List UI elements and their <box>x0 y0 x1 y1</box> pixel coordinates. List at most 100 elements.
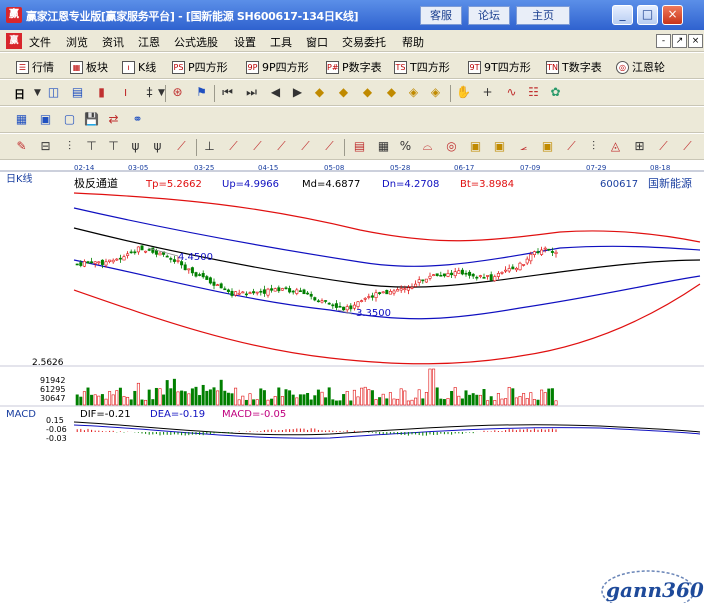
menu-gann[interactable]: 江恩 <box>138 34 160 50</box>
crosshair-icon[interactable]: + <box>480 85 495 100</box>
grid-icon[interactable]: ▦ <box>14 112 29 127</box>
circle-icon[interactable]: ◎ <box>444 139 459 154</box>
square2-icon[interactable]: ▣ <box>492 139 507 154</box>
menu-tools[interactable]: 工具 <box>270 34 292 50</box>
close-button[interactable]: × <box>662 5 683 25</box>
diamond-multi-icon[interactable]: ◈ <box>406 85 421 100</box>
doc-minimize-button[interactable]: - <box>656 34 671 48</box>
gann-fan2-icon[interactable]: ⟋ <box>250 139 265 154</box>
fan-last-icon[interactable]: ⟋ <box>680 139 695 154</box>
window-icon[interactable]: ▢ <box>62 112 77 127</box>
candle-body <box>302 289 306 295</box>
gann-fan-icon[interactable]: ⟋ <box>226 139 241 154</box>
menu-browse[interactable]: 浏览 <box>66 34 88 50</box>
overlay-icon[interactable]: ▤ <box>70 85 85 100</box>
chevron-down-icon[interactable]: ▼ <box>154 86 169 101</box>
tool-p-square[interactable]: PS P四方形 <box>172 59 228 75</box>
candle-body <box>338 305 342 308</box>
calculator-icon[interactable]: ▣ <box>38 112 53 127</box>
last-icon[interactable]: ⏭ <box>244 85 259 100</box>
menu-formula-select[interactable]: 公式选股 <box>174 34 218 50</box>
diamond-left-icon[interactable]: ◆ <box>312 85 327 100</box>
square-icon[interactable]: ▣ <box>468 139 483 154</box>
tool-kline[interactable]: ı K线 <box>122 59 156 75</box>
fan-icon[interactable]: ⟋ <box>174 139 189 154</box>
gann-box-icon[interactable]: ▤ <box>352 139 367 154</box>
doc-restore-button[interactable]: ↗ <box>672 34 687 48</box>
menu-help[interactable]: 帮助 <box>402 34 424 50</box>
tool-9t-square[interactable]: 9T 9T四方形 <box>468 59 531 75</box>
period-dropdown[interactable]: 日 <box>14 86 25 102</box>
macd-value: MACD=-0.05 <box>222 409 286 420</box>
kline-chart-window[interactable]: 02-14 03-05 03-25 04-15 05-08 05-28 06-1… <box>0 160 704 603</box>
doc-close-button[interactable]: × <box>688 34 703 48</box>
tool-t-square[interactable]: TS T四方形 <box>394 59 450 75</box>
forum-button[interactable]: 论坛 <box>468 6 510 25</box>
gann-grid-icon[interactable]: ▦ <box>376 139 391 154</box>
9p-square-icon: 9P <box>246 60 259 74</box>
next-icon[interactable]: ▶ <box>290 85 305 100</box>
tool-gann-wheel[interactable]: ◎ 江恩轮 <box>616 59 665 75</box>
menu-window[interactable]: 窗口 <box>306 34 328 50</box>
wave-icon[interactable]: ∿ <box>504 85 519 100</box>
candle-body <box>514 268 518 271</box>
diamond-right-icon[interactable]: ◆ <box>336 85 351 100</box>
fork-icon[interactable]: ⊤ <box>84 139 99 154</box>
main-toolbar: ☰ 行情 ▦ 板块 ı K线 PS P四方形 9P 9P四方形 P# P数字表 TS T四方形… <box>0 53 704 79</box>
home-button[interactable]: 主页 <box>516 6 570 25</box>
maximize-button[interactable]: □ <box>637 5 658 25</box>
tool-quote[interactable]: ☰ 行情 <box>16 59 54 75</box>
save-icon[interactable]: 💾 <box>84 112 99 127</box>
menu-settings[interactable]: 设置 <box>234 34 256 50</box>
candle-body <box>147 249 151 251</box>
tool-t-table[interactable]: TN T数字表 <box>546 59 602 75</box>
menu-info[interactable]: 资讯 <box>102 34 124 50</box>
chevron-down-icon[interactable]: ▼ <box>30 86 45 101</box>
ruler-icon[interactable]: ⊞ <box>632 139 647 154</box>
candle-body <box>478 275 482 277</box>
tool-sector[interactable]: ▦ 板块 <box>70 59 108 75</box>
square3-icon[interactable]: ▣ <box>540 139 555 154</box>
prev-icon[interactable]: ◀ <box>268 85 283 100</box>
kline-chart[interactable]: 02-14 03-05 03-25 04-15 05-08 05-28 06-1… <box>0 160 704 443</box>
candle-icon[interactable]: ı <box>118 85 133 100</box>
first-icon[interactable]: ⏮ <box>220 85 235 100</box>
arc-icon[interactable]: ⌓ <box>420 139 435 154</box>
bracket-icon[interactable]: ⊟ <box>38 139 53 154</box>
cycle-icon[interactable]: ⫶ <box>586 139 601 154</box>
pencil-icon[interactable]: ✎ <box>14 139 29 154</box>
diamond-up-icon[interactable]: ◆ <box>360 85 375 100</box>
menu-file[interactable]: 文件 <box>29 34 51 50</box>
fork4-icon[interactable]: ψ <box>150 139 165 154</box>
gann-fan5-icon[interactable]: ⟋ <box>322 139 337 154</box>
stock-code: 600617 <box>600 179 638 190</box>
menu-trade[interactable]: 交易委托 <box>342 34 386 50</box>
fork2-icon[interactable]: ⊤ <box>106 139 121 154</box>
gann-fan3-icon[interactable]: ⟋ <box>274 139 289 154</box>
ray-icon[interactable]: ⟋ <box>564 139 579 154</box>
tool-p-table[interactable]: P# P数字表 <box>326 59 382 75</box>
arrows-icon[interactable]: ⇄ <box>106 112 121 127</box>
minimize-button[interactable]: _ <box>612 5 633 25</box>
fork3-icon[interactable]: ψ <box>128 139 143 154</box>
chart-style-icon[interactable]: ◫ <box>46 85 61 100</box>
gann-line-icon[interactable]: ⊥ <box>202 139 217 154</box>
link-icon[interactable]: ⚭ <box>130 112 145 127</box>
service-button[interactable]: 客服 <box>420 6 462 25</box>
angle-icon[interactable]: ⦟ <box>516 139 531 154</box>
percent-icon[interactable]: % <box>398 139 413 154</box>
calendar-icon[interactable]: ☷ <box>526 85 541 100</box>
diamond-down-icon[interactable]: ◆ <box>384 85 399 100</box>
triangle-icon[interactable]: ◬ <box>608 139 623 154</box>
diamond-cross-icon[interactable]: ◈ <box>428 85 443 100</box>
gann-fan4-icon[interactable]: ⟋ <box>298 139 313 154</box>
hand-icon[interactable]: ✋ <box>456 85 471 100</box>
flag-icon[interactable]: ⚑ <box>194 85 209 100</box>
lines-icon[interactable]: ⫶ <box>62 139 77 154</box>
candle-body <box>489 274 493 281</box>
fan-arc-icon[interactable]: ⟋ <box>656 139 671 154</box>
gear-icon[interactable]: ✿ <box>548 85 563 100</box>
tool-9p-square[interactable]: 9P 9P四方形 <box>246 59 309 75</box>
bar-chart-icon[interactable]: ▮ <box>94 85 109 100</box>
zoom-icon[interactable]: ⊛ <box>170 85 185 100</box>
